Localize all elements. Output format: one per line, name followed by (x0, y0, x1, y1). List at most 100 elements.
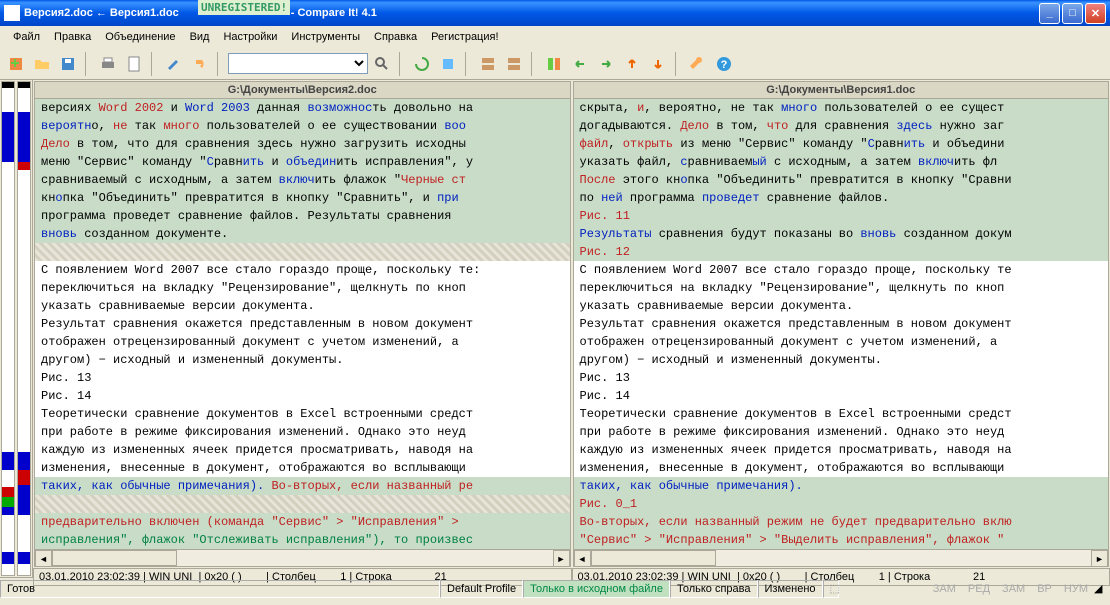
undo-button[interactable] (188, 52, 212, 76)
reload-button[interactable] (436, 52, 460, 76)
menu-merge[interactable]: Объединение (98, 29, 182, 45)
text-line[interactable]: Рис. 13 (574, 369, 1109, 387)
text-line[interactable]: каждую из измененных ячеек придется прос… (35, 441, 570, 459)
text-line[interactable]: вероятно, не так много пользователей о е… (35, 117, 570, 135)
text-line[interactable]: при работе в режиме фиксирования изменен… (35, 423, 570, 441)
button-a[interactable] (476, 52, 500, 76)
text-line[interactable]: С появлением Word 2007 все стало гораздо… (35, 261, 570, 279)
text-line[interactable]: Рис. 13 (35, 369, 570, 387)
text-line[interactable]: сравниваемый с исходным, а затем включит… (35, 171, 570, 189)
text-line[interactable]: переключиться на вкладку "Рецензирование… (35, 279, 570, 297)
open-folder-button[interactable] (30, 52, 54, 76)
text-line[interactable]: таких, как обычные примечания). Во-вторы… (35, 477, 570, 495)
text-line[interactable]: указать сравниваемые версии документа. (574, 297, 1109, 315)
text-line[interactable]: по ней программа проведет сравнение файл… (574, 189, 1109, 207)
minimize-button[interactable]: _ (1039, 3, 1060, 24)
printer-icon (100, 56, 116, 72)
wrench-icon (690, 56, 706, 72)
text-line[interactable]: другом) − исходный и измененный документ… (35, 351, 570, 369)
text-line[interactable]: предварительно включен (команда "Сервис"… (35, 513, 570, 531)
text-line[interactable]: Рис. 0_1 (574, 495, 1109, 513)
text-line[interactable]: Теоретически сравнение документов в Exce… (35, 405, 570, 423)
menu-file[interactable]: Файл (6, 29, 47, 45)
menu-settings[interactable]: Настройки (216, 29, 284, 45)
text-line[interactable]: указать сравниваемые версии документа. (35, 297, 570, 315)
search-button[interactable] (370, 52, 394, 76)
text-line[interactable]: таких, как обычные примечания). (574, 477, 1109, 495)
text-line[interactable]: изменения, внесенные в документ, отображ… (574, 459, 1109, 477)
text-line[interactable]: Результат сравнения окажется представлен… (574, 315, 1109, 333)
text-line[interactable]: кнопка "Объединить" превратится в кнопку… (35, 189, 570, 207)
right-hscroll[interactable]: ◄ ► (574, 549, 1109, 566)
save-button[interactable] (56, 52, 80, 76)
print-button[interactable] (96, 52, 120, 76)
gutter-left[interactable] (1, 81, 15, 576)
text-line[interactable]: переключиться на вкладку "Рецензирование… (574, 279, 1109, 297)
menu-tools[interactable]: Инструменты (284, 29, 367, 45)
preview-button[interactable] (122, 52, 146, 76)
menu-help[interactable]: Справка (367, 29, 424, 45)
menu-view[interactable]: Вид (183, 29, 217, 45)
gutter-right[interactable] (17, 81, 31, 576)
edit-button[interactable] (162, 52, 186, 76)
merge-button[interactable] (542, 52, 566, 76)
text-line[interactable]: Теоретически сравнение документов в Exce… (574, 405, 1109, 423)
text-line[interactable]: исправления", флажок "Отслеживать исправ… (35, 531, 570, 549)
text-line[interactable]: вновь созданном документе. (35, 225, 570, 243)
refresh-button[interactable] (410, 52, 434, 76)
button-b[interactable] (502, 52, 526, 76)
text-line[interactable]: отображен отрецензированный документ с у… (35, 333, 570, 351)
text-line[interactable]: скрыта, и, вероятно, не так много пользо… (574, 99, 1109, 117)
options-button[interactable] (686, 52, 710, 76)
text-line[interactable]: отображен отрецензированный документ с у… (574, 333, 1109, 351)
diff-overview-gutter[interactable] (0, 80, 33, 577)
scroll-left-icon[interactable]: ◄ (574, 550, 591, 567)
left-content[interactable]: версиях Word 2002 и Word 2003 данная воз… (35, 99, 570, 549)
text-line[interactable]: Во-вторых, если названный режим не будет… (574, 513, 1109, 531)
text-line[interactable]: указать файл, сравниваемый с исходным, а… (574, 153, 1109, 171)
text-line[interactable]: С появлением Word 2007 все стало гораздо… (574, 261, 1109, 279)
copy-right-button[interactable] (594, 52, 618, 76)
scroll-right-icon[interactable]: ► (553, 550, 570, 567)
text-line[interactable]: Рис. 14 (35, 387, 570, 405)
help-button[interactable]: ? (712, 52, 736, 76)
text-line[interactable]: "Сервис" > "Исправления" > "Выделить исп… (574, 531, 1109, 549)
text-line[interactable]: Рис. 11 (574, 207, 1109, 225)
text-line[interactable]: Дело в том, что для сравнения здесь нужн… (35, 135, 570, 153)
text-line[interactable]: изменения, внесенные в документ, отображ… (35, 459, 570, 477)
text-line[interactable]: Рис. 14 (574, 387, 1109, 405)
text-line[interactable]: каждую из измененных ячеек придется прос… (574, 441, 1109, 459)
text-line[interactable] (35, 495, 570, 513)
right-content[interactable]: скрыта, и, вероятно, не так много пользо… (574, 99, 1109, 549)
text-line[interactable]: догадываются. Дело в том, что для сравне… (574, 117, 1109, 135)
prev-diff-button[interactable] (620, 52, 644, 76)
next-diff-button[interactable] (646, 52, 670, 76)
text-line[interactable]: другом) − исходный и измененный документ… (574, 351, 1109, 369)
text-line[interactable]: Результаты сравнения будут показаны во в… (574, 225, 1109, 243)
copy-left-button[interactable] (568, 52, 592, 76)
text-line[interactable] (35, 243, 570, 261)
text-line[interactable]: программа проведет сравнение файлов. Рез… (35, 207, 570, 225)
scroll-left-icon[interactable]: ◄ (35, 550, 52, 567)
right-pane-title: G:\Документы\Версия1.doc (574, 82, 1109, 99)
scroll-right-icon[interactable]: ► (1091, 550, 1108, 567)
close-button[interactable]: ✕ (1085, 3, 1106, 24)
menu-edit[interactable]: Правка (47, 29, 98, 45)
search-combo[interactable] (228, 53, 368, 74)
text-line[interactable]: файл, открыть из меню "Сервис" команду "… (574, 135, 1109, 153)
text-line[interactable]: меню "Сервис" команду "Сравнить и объеди… (35, 153, 570, 171)
text-line[interactable]: После этого кнопка "Объединить" преврати… (574, 171, 1109, 189)
search-icon (374, 56, 390, 72)
left-pane-title: G:\Документы\Версия2.doc (35, 82, 570, 99)
menu-register[interactable]: Регистрация! (424, 29, 505, 45)
text-line[interactable]: Результат сравнения окажется представлен… (35, 315, 570, 333)
status-only-left: Только в исходном файле (523, 580, 670, 598)
text-line[interactable]: при работе в режиме фиксирования изменен… (574, 423, 1109, 441)
maximize-button[interactable]: □ (1062, 3, 1083, 24)
text-line[interactable]: версиях Word 2002 и Word 2003 данная воз… (35, 99, 570, 117)
left-hscroll[interactable]: ◄ ► (35, 549, 570, 566)
new-compare-button[interactable] (4, 52, 28, 76)
pencil-icon (166, 56, 182, 72)
text-line[interactable]: Рис. 12 (574, 243, 1109, 261)
resize-grip-icon[interactable]: ◢ (1094, 582, 1110, 595)
